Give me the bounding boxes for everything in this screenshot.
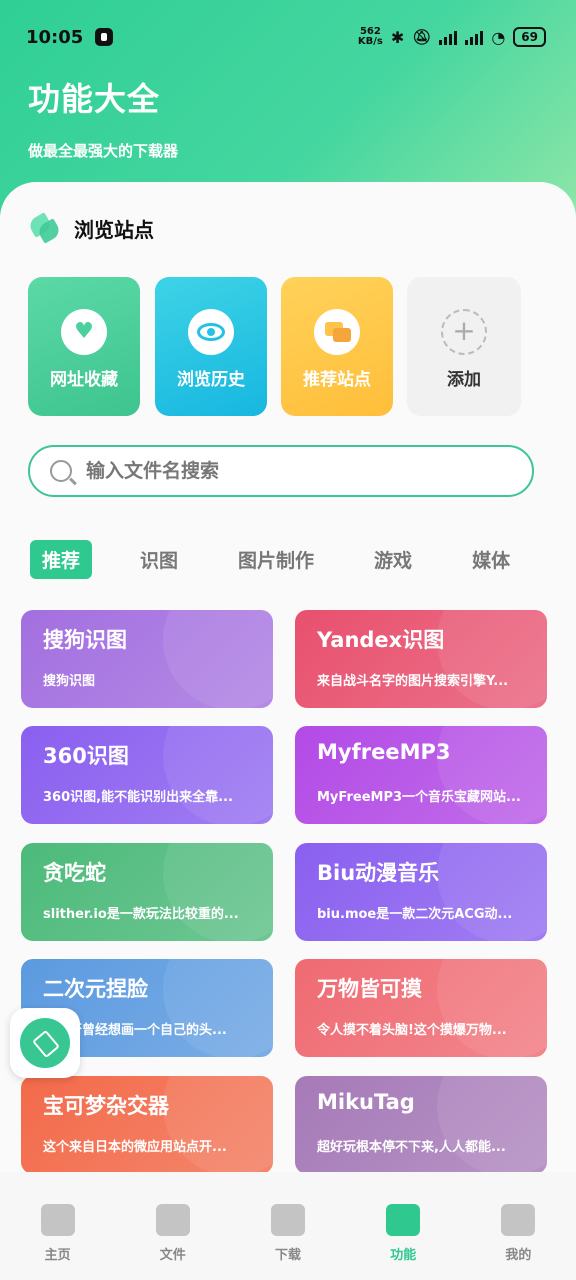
card-desc: 超好玩根本停不下来,人人都能... — [317, 1140, 506, 1155]
page-title: 功能大全 — [28, 80, 161, 118]
shortcut-label: 添加 — [447, 370, 481, 390]
site-card[interactable]: 搜狗识图 搜狗识图 — [21, 610, 273, 708]
page-subtitle: 做最全最强大的下载器 — [28, 142, 179, 160]
site-card[interactable]: Yandex识图来自战斗名字的图片搜索引擎Y... — [295, 610, 547, 708]
user-icon — [501, 1204, 536, 1236]
network-speed: 562 KB/s — [357, 26, 383, 47]
tab-games[interactable]: 游戏 — [362, 540, 424, 579]
battery-icon: 69 — [513, 27, 546, 47]
tab-media[interactable]: 媒体 — [460, 540, 522, 579]
search-icon — [50, 460, 72, 482]
mute-icon: 🔕︎ — [412, 28, 432, 46]
shortcut-bookmarks[interactable]: ♥ 网址收藏 — [28, 277, 140, 416]
section-header: 浏览站点 — [26, 211, 154, 244]
status-bar-left: 10:05 — [26, 22, 114, 52]
bottom-nav: 主页 文件 下载 功能 我的 — [0, 1172, 576, 1280]
site-card[interactable]: 宝可梦杂交器这个来自日本的微应用站点开... — [21, 1076, 273, 1172]
status-bar-right: 562 KB/s ✱ 🔕︎ ◔ 69 — [358, 22, 546, 52]
eye-icon — [188, 309, 234, 355]
shortcut-label: 网址收藏 — [50, 370, 118, 390]
signal-icon-2 — [465, 29, 484, 45]
nav-profile[interactable]: 我的 — [461, 1172, 576, 1280]
section-title: 浏览站点 — [74, 218, 154, 242]
compass-icon — [20, 1018, 70, 1068]
card-desc: 360识图,能不能识别出来全靠... — [43, 790, 233, 805]
heart-icon: ♥ — [61, 309, 107, 355]
tab-image-making[interactable]: 图片制作 — [226, 540, 326, 579]
card-desc: 令人摸不着头脑!这个摸爆万物... — [317, 1023, 507, 1038]
card-title: 万物皆可摸 — [317, 977, 422, 1001]
floating-compass-button[interactable] — [10, 1008, 80, 1078]
shortcut-label: 浏览历史 — [177, 370, 245, 390]
plus-icon: + — [441, 309, 487, 355]
category-tabs: 推荐 识图 图片制作 游戏 媒体 — [30, 538, 558, 580]
shortcut-label: 推荐站点 — [303, 370, 371, 390]
shortcut-add[interactable]: + 添加 — [407, 277, 521, 416]
card-title: 360识图 — [43, 744, 129, 768]
nav-features[interactable]: 功能 — [346, 1172, 461, 1280]
card-title: Biu动漫音乐 — [317, 861, 440, 885]
card-desc: MyFreeMP3一个音乐宝藏网站... — [317, 790, 521, 805]
card-desc: 来自战斗名字的图片搜索引擎Y... — [317, 674, 509, 689]
nav-home[interactable]: 主页 — [0, 1172, 115, 1280]
card-desc: biu.moe是一款二次元ACG动... — [317, 907, 513, 922]
status-time: 10:05 — [26, 26, 84, 48]
shortcut-recommended-sites[interactable]: 推荐站点 — [281, 277, 393, 416]
nav-downloads[interactable]: 下载 — [230, 1172, 345, 1280]
site-card[interactable]: MikuTag 超好玩根本停不下来,人人都能... — [295, 1076, 547, 1172]
site-card[interactable]: Biu动漫音乐 biu.moe是一款二次元ACG动... — [295, 843, 547, 941]
card-title: MyfreeMP3 — [317, 740, 451, 764]
chat-icon — [386, 1204, 421, 1236]
search-bar[interactable] — [28, 445, 534, 497]
chart-icon — [271, 1204, 305, 1236]
home-icon — [40, 1204, 75, 1236]
app-notification-icon — [95, 28, 114, 46]
card-title: MikuTag — [317, 1090, 415, 1114]
tab-image-recognition[interactable]: 识图 — [128, 540, 190, 579]
card-desc: 搜狗识图 — [43, 674, 96, 689]
book-icon — [155, 1204, 190, 1236]
wifi-icon: ◔ — [491, 27, 506, 47]
site-card[interactable]: 贪吃蛇 slither.io是一款玩法比较重的... — [21, 843, 273, 941]
site-card[interactable]: MyfreeMP3 MyFreeMP3一个音乐宝藏网站... — [295, 726, 547, 824]
card-desc: slither.io是一款玩法比较重的... — [43, 907, 239, 922]
tab-recommended[interactable]: 推荐 — [30, 539, 93, 579]
leaf-icon — [26, 211, 63, 244]
card-title: 二次元捏脸 — [43, 977, 148, 1001]
card-desc: 这个来自日本的微应用站点开... — [43, 1140, 227, 1155]
chat-icon — [314, 309, 360, 355]
shortcut-history[interactable]: 浏览历史 — [155, 277, 267, 416]
search-input[interactable] — [86, 460, 486, 482]
site-card[interactable]: 万物皆可摸令人摸不着头脑!这个摸爆万物... — [295, 959, 547, 1057]
card-title: 宝可梦杂交器 — [43, 1094, 169, 1118]
site-card[interactable]: 360识图 360识图,能不能识别出来全靠... — [21, 726, 273, 824]
nav-files[interactable]: 文件 — [115, 1172, 230, 1280]
bluetooth-icon: ✱ — [390, 27, 405, 47]
content-panel: 浏览站点 ♥ 网址收藏 浏览历史 推荐站点 + 添加 推荐 识图 图片制作 游戏… — [0, 182, 576, 1172]
signal-icon — [439, 29, 458, 45]
card-title: 贪吃蛇 — [43, 861, 106, 885]
card-title: 搜狗识图 — [43, 628, 127, 652]
card-title: Yandex识图 — [317, 628, 445, 652]
